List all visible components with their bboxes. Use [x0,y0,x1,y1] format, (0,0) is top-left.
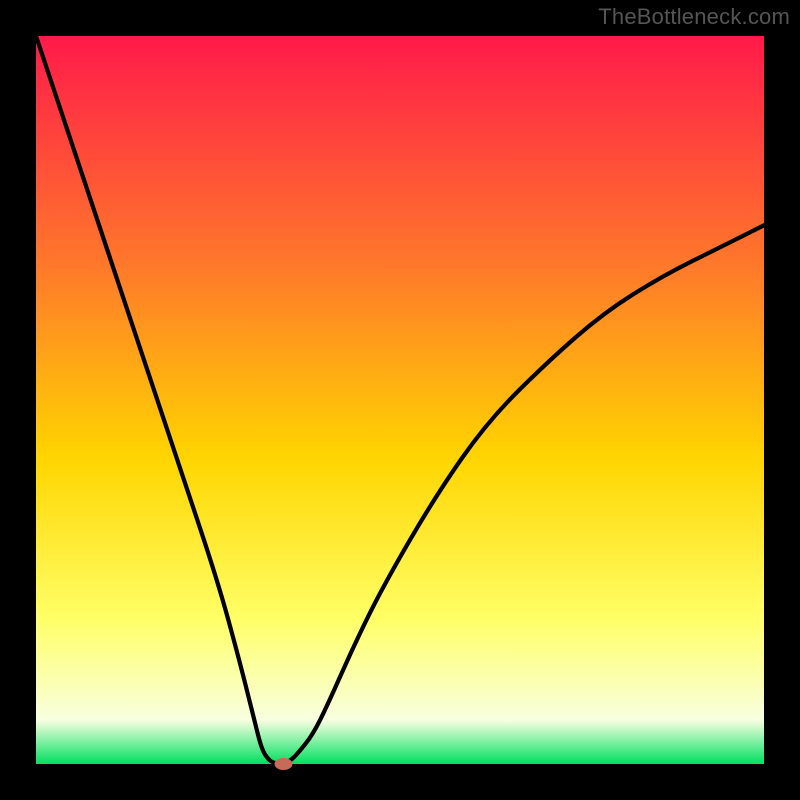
attribution-watermark: TheBottleneck.com [598,4,790,30]
plot-background [36,36,764,764]
optimum-marker [275,758,293,770]
bottleneck-plot [0,0,800,800]
chart-frame: TheBottleneck.com [0,0,800,800]
